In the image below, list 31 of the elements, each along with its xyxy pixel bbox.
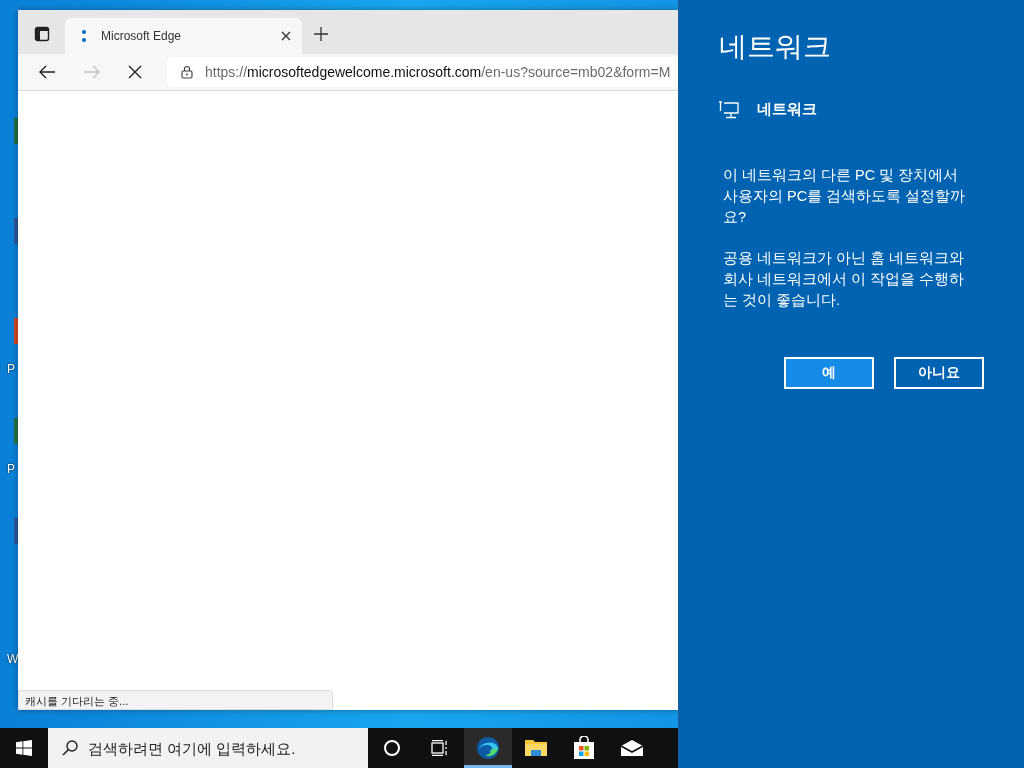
shopping-bag-icon (573, 736, 595, 760)
url-text: https://microsoftedgewelcome.microsoft.com/en-us?source=mb02&form=M (205, 64, 671, 80)
desktop-icon-label: P (7, 462, 15, 476)
search-icon (62, 740, 78, 756)
tab-actions-icon[interactable] (34, 26, 50, 42)
task-view-icon (431, 740, 449, 756)
browser-tab[interactable]: Microsoft Edge (65, 18, 302, 54)
stop-icon[interactable] (128, 65, 142, 79)
windows-start-icon[interactable] (16, 740, 32, 756)
tab-title: Microsoft Edge (101, 29, 183, 43)
folder-icon (524, 738, 548, 758)
no-button[interactable]: 아니요 (894, 357, 984, 389)
desktop-icon-label: P (7, 362, 15, 376)
status-bubble: 캐시를 기다리는 중... (18, 690, 333, 710)
envelope-icon (620, 739, 644, 757)
close-icon[interactable] (280, 30, 292, 42)
taskbar-app-button[interactable] (464, 728, 512, 768)
info-paragraph: 이 네트워크의 다른 PC 및 장치에서 사용자의 PC를 검색하도록 설정할까요? (723, 166, 967, 227)
new-tab-icon[interactable] (314, 27, 328, 41)
panel-title: 네트워크 (719, 30, 832, 64)
network-monitor-icon (719, 100, 739, 119)
info-paragraph: 공용 네트워크가 아닌 홈 네트워크와 회사 네트워크에서 이 작업을 수행하는 것이 좋습니다. (723, 249, 966, 310)
cortana-circle-icon (383, 739, 401, 757)
search-field[interactable]: 검색하려면 여기에 입력하세요. (48, 728, 368, 768)
desktop-icon-label: W (7, 652, 19, 666)
swirl-icon (476, 736, 500, 760)
lock-icon (181, 65, 193, 79)
network-name: 네트워크 (757, 100, 817, 119)
address-bar[interactable]: https://microsoftedgewelcome.microsoft.com/en-us?source=mb02&form=M (167, 57, 678, 87)
yes-button[interactable]: 예 (784, 357, 874, 389)
back-arrow-icon[interactable] (38, 65, 56, 79)
